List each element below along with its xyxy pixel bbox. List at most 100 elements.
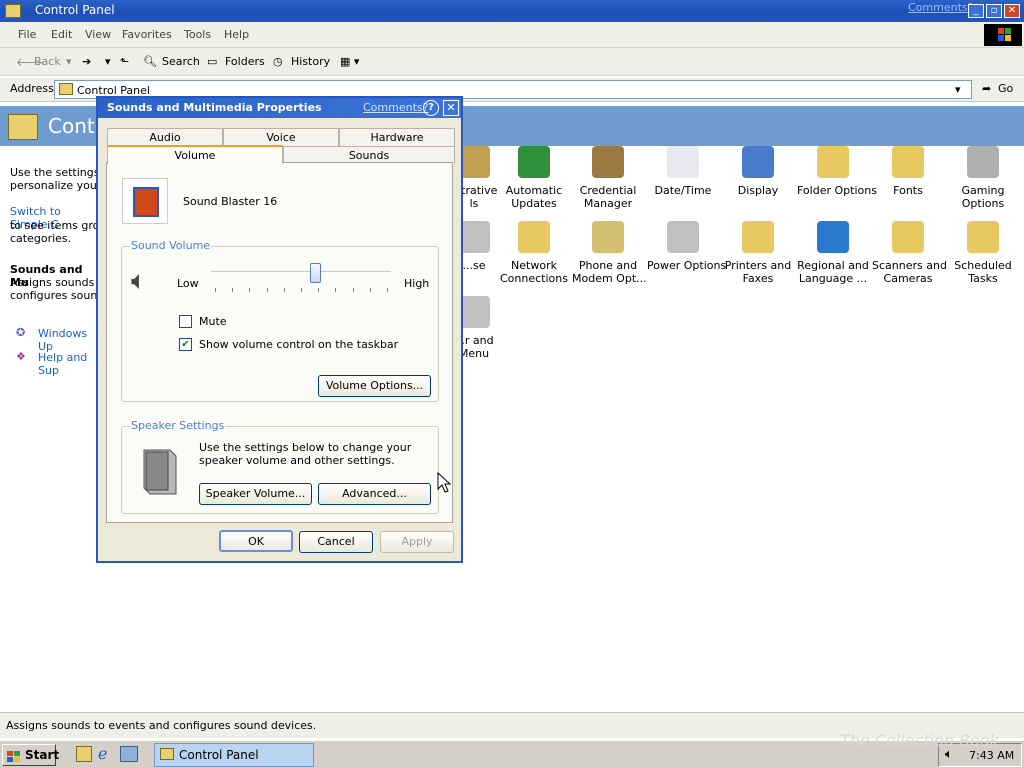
- apply-button[interactable]: Apply: [380, 531, 454, 553]
- windows-flag-icon: [7, 749, 21, 762]
- control-panel-item[interactable]: Scanners and Cameras: [872, 221, 947, 285]
- views-button[interactable]: ▦ ▾: [340, 55, 359, 68]
- help-support-link[interactable]: Help and Sup: [38, 351, 100, 377]
- control-panel-item-label: Phone and Modem Opt...: [572, 259, 647, 285]
- help-book-icon: ❖: [16, 350, 26, 363]
- menu-view[interactable]: View: [85, 28, 111, 41]
- mute-checkbox[interactable]: [179, 315, 192, 328]
- windows-update-link[interactable]: Windows Up: [38, 327, 100, 353]
- control-panel-item[interactable]: Scheduled Tasks: [947, 221, 1019, 285]
- slider-tick: [249, 288, 251, 292]
- ok-button[interactable]: OK: [219, 530, 293, 552]
- control-panel-item-icon: [667, 146, 699, 178]
- slider-tick: [283, 288, 285, 292]
- speaker-volume-icon: 🔈︎: [131, 266, 147, 296]
- watermark: The Collection Book: [840, 731, 999, 750]
- tab-hardware[interactable]: Hardware: [339, 128, 455, 146]
- taskbar-item-control-panel[interactable]: Control Panel: [154, 743, 314, 767]
- window-titlebar[interactable]: Control Panel Comments? _ ▫ ✕: [0, 0, 1024, 22]
- show-taskbar-label: Show volume control on the taskbar: [199, 338, 399, 351]
- menu-favorites[interactable]: Favorites: [122, 28, 172, 41]
- advanced-button[interactable]: Advanced...: [318, 483, 431, 505]
- control-panel-item-label: Scheduled Tasks: [954, 259, 1012, 285]
- folders-icon: ▭: [207, 55, 218, 68]
- control-panel-item[interactable]: Folder Options: [797, 146, 877, 197]
- control-panel-item-label: Regional and Language ...: [797, 259, 869, 285]
- volume-slider-thumb[interactable]: [310, 263, 322, 283]
- control-panel-item-label: Display: [737, 184, 779, 197]
- slider-tick: [352, 288, 354, 292]
- menu-file[interactable]: File: [18, 28, 36, 41]
- control-panel-item[interactable]: Phone and Modem Opt...: [572, 221, 647, 285]
- back-button[interactable]: Back: [34, 55, 61, 68]
- show-desktop-icon[interactable]: [76, 746, 92, 762]
- header-title: Contr: [48, 114, 103, 138]
- address-dropdown-icon[interactable]: ▾: [955, 83, 961, 96]
- dialog-close-button[interactable]: ✕: [443, 100, 459, 116]
- dialog-help-button[interactable]: ?: [423, 100, 439, 116]
- control-panel-item-icon: [817, 221, 849, 253]
- control-panel-item[interactable]: Gaming Options: [947, 146, 1019, 210]
- control-panel-item-label: Date/Time: [654, 184, 712, 197]
- control-panel-item[interactable]: Printers and Faxes: [722, 221, 794, 285]
- control-panel-item[interactable]: Date/Time: [647, 146, 719, 197]
- control-panel-item-icon: [667, 221, 699, 253]
- control-panel-item[interactable]: Power Options: [647, 221, 726, 272]
- internet-explorer-icon[interactable]: ℯ: [98, 744, 107, 763]
- mute-label: Mute: [199, 315, 227, 328]
- status-text: Assigns sounds to events and configures …: [6, 719, 317, 732]
- back-dropdown-icon[interactable]: ▾: [66, 55, 72, 68]
- start-button[interactable]: Start: [2, 744, 59, 766]
- sound-volume-title: Sound Volume: [130, 239, 212, 252]
- control-panel-item-icon: [592, 146, 624, 178]
- tab-voice[interactable]: Voice: [223, 128, 339, 146]
- control-panel-icon: [5, 4, 21, 18]
- address-label: Address: [10, 82, 54, 95]
- menu-edit[interactable]: Edit: [51, 28, 72, 41]
- up-folder-icon[interactable]: ⬑: [120, 55, 129, 68]
- folders-button[interactable]: Folders: [225, 55, 265, 68]
- control-panel-item-label: Gaming Options: [961, 184, 1005, 210]
- tab-volume[interactable]: Volume: [107, 145, 283, 164]
- search-button[interactable]: Search: [162, 55, 200, 68]
- windows-update-icon: ✪: [16, 326, 26, 339]
- maximize-button[interactable]: ▫: [986, 4, 1002, 18]
- show-taskbar-checkbox[interactable]: ✔: [179, 338, 192, 351]
- control-panel-item-label: Scanners and Cameras: [872, 259, 947, 285]
- history-button[interactable]: History: [291, 55, 330, 68]
- control-panel-item-label: Automatic Updates: [505, 184, 563, 210]
- forward-button[interactable]: ➔: [82, 55, 91, 68]
- close-button[interactable]: ✕: [1004, 4, 1020, 18]
- quicklaunch-explorer-icon[interactable]: [120, 746, 138, 762]
- control-panel-item-icon: [742, 146, 774, 178]
- dialog-titlebar[interactable]: Sounds and Multimedia Properties Comment…: [98, 98, 461, 118]
- tab-audio[interactable]: Audio: [107, 128, 223, 146]
- minimize-button[interactable]: _: [968, 4, 984, 18]
- control-panel-item[interactable]: Display: [722, 146, 794, 197]
- dialog-comments-link[interactable]: Comments?: [363, 101, 428, 114]
- volume-options-button[interactable]: Volume Options...: [318, 375, 431, 397]
- control-panel-item-label: Folder Options: [797, 184, 877, 197]
- forward-dropdown-icon[interactable]: ▾: [105, 55, 111, 68]
- control-panel-item[interactable]: Credential Manager: [572, 146, 644, 210]
- cancel-button[interactable]: Cancel: [299, 531, 373, 553]
- control-panel-item-icon: [967, 221, 999, 253]
- menu-tools[interactable]: Tools: [184, 28, 211, 41]
- menu-bar: File Edit View Favorites Tools Help: [0, 22, 1024, 48]
- speaker-volume-button[interactable]: Speaker Volume...: [199, 483, 312, 505]
- control-panel-item[interactable]: Automatic Updates: [498, 146, 570, 210]
- speaker-settings-title: Speaker Settings: [130, 419, 226, 432]
- control-panel-item[interactable]: Fonts: [872, 146, 944, 197]
- control-panel-small-icon: [59, 83, 73, 95]
- control-panel-item[interactable]: Regional and Language ...: [797, 221, 869, 285]
- control-panel-item[interactable]: Network Connections: [498, 221, 570, 285]
- high-label: High: [404, 277, 430, 290]
- menu-help[interactable]: Help: [224, 28, 249, 41]
- speaker-description: Use the settings below to change your sp…: [199, 441, 412, 467]
- volume-slider-ticks: [215, 288, 388, 292]
- control-panel-item-icon: [742, 221, 774, 253]
- go-button[interactable]: Go: [998, 82, 1013, 95]
- volume-slider-track[interactable]: [211, 271, 391, 273]
- mouse-cursor-icon: [437, 471, 452, 497]
- comments-link[interactable]: Comments?: [908, 1, 973, 14]
